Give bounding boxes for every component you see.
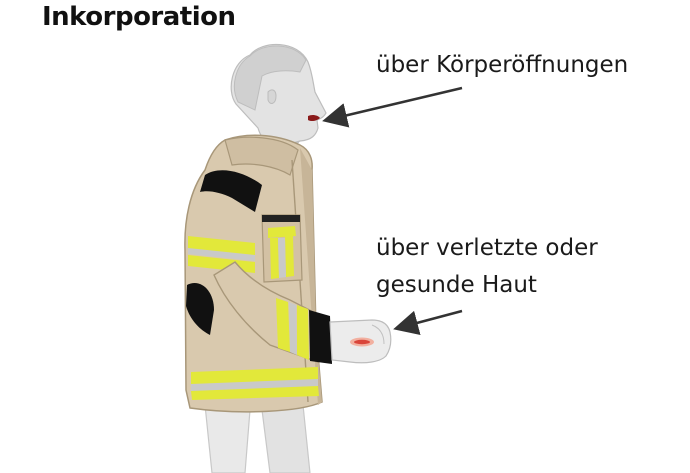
arrow-to-mouth bbox=[322, 86, 463, 128]
firefighter-illustration bbox=[184, 43, 463, 473]
jacket bbox=[184, 134, 323, 413]
hand bbox=[329, 319, 392, 364]
trousers bbox=[204, 404, 311, 473]
cuff bbox=[309, 310, 332, 364]
arrow-to-hand bbox=[393, 309, 463, 335]
